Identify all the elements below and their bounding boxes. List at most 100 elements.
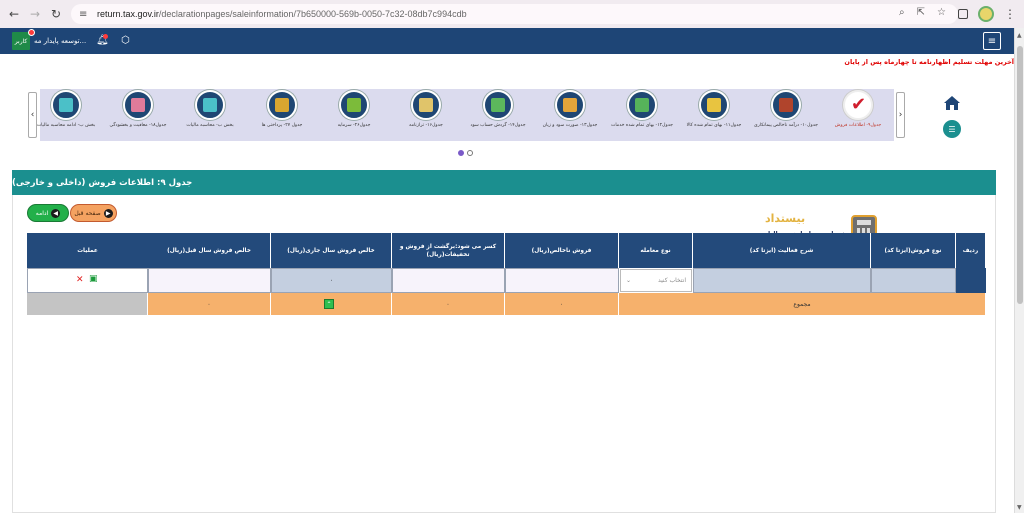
carousel-next-button[interactable]: › [896,92,905,138]
page-scrollbar[interactable]: ▲ ▼ [1014,28,1024,513]
step-circle [555,90,585,120]
step-label: جدول۱۲- بهای تمام شده خدمات [611,123,673,128]
user-name[interactable]: توسعه پایدار مه... [34,37,86,45]
header-activity-desc: شرح فعالیت (ایزتا کد) [693,233,871,268]
net-current-cell: ۰ [271,268,392,293]
step-item[interactable]: بخش ب- محاسبه مالیات [174,89,246,141]
step-label: جدول ۲۷- پرداختی ها [261,123,303,128]
step-circle [771,90,801,120]
step-item[interactable]: جدول۱۴- گردش حساب سود [462,89,534,141]
user-status-dot [28,29,35,36]
watermark-title: بیستداد [765,212,806,225]
app-header: کاربر توسعه پایدار مه... 🔔︎ ⬡ ≡ [0,28,1014,54]
step-circle [627,90,657,120]
forward-icon[interactable]: → [28,7,42,21]
header-net-previous: خالص فروش سال قبل(ریال) [148,233,271,268]
continue-label: ادامه [35,209,49,217]
continue-button[interactable]: ادامه ◀ [27,204,69,222]
step-circle [195,90,225,120]
header-net-current: خالص فروش سال جاری(ریال) [271,233,392,268]
step-item[interactable]: جدول۱۸- معافیت و بخشودگی [102,89,174,141]
step-icon [707,98,721,112]
step-circle [51,90,81,120]
step-icon [275,98,289,112]
step-icon [347,98,361,112]
step-item[interactable]: جدول۱۶- ترازنامه [390,89,462,141]
back-icon[interactable]: ← [7,7,21,21]
step-icon [779,98,793,112]
step-label: جدول۱۱- بهای تمام شده کالا [686,123,742,128]
user-badge[interactable]: کاربر [12,32,30,50]
list-icon[interactable]: ☰ [943,120,961,138]
gross-sales-input[interactable] [505,268,619,293]
net-previous-input[interactable] [148,268,271,293]
step-item[interactable]: جدول۱۳- صورت سود و زیان [534,89,606,141]
step-circle [411,90,441,120]
site-info-icon[interactable]: ≡ [79,9,91,20]
row-number-cell [956,268,986,293]
previous-page-button[interactable]: صفحه قبل ▶ [70,204,117,222]
deductions-input[interactable] [392,268,505,293]
scroll-up-icon[interactable]: ▲ [1017,32,1022,39]
side-panel-icon[interactable] [958,9,968,19]
header-actions: عملیات [27,233,148,268]
carousel-dot-1[interactable] [458,150,464,156]
activity-desc-input[interactable] [693,268,871,293]
step-circle [123,90,153,120]
panel-title: جدول ۹: اطلاعات فروش (داخلی و خارجی) [12,170,996,195]
step-icon [131,98,145,112]
arrow-right-icon: ▶ [103,208,113,218]
step-label: جدول۱۸- معافیت و بخشودگی [109,123,167,128]
previous-label: صفحه قبل [74,209,101,217]
header-transaction-type: نوع معامله [619,233,693,268]
step-label: جدول۱۰- درآمد ناخالص پیمانکاری [754,123,818,128]
browser-toolbar: ← → ↻ ≡ return.tax.gov.ir/declarationpag… [0,0,1024,28]
step-item[interactable]: جدول۱۱- بهای تمام شده کالا [678,89,750,141]
step-item[interactable]: ✔ جدول۹- اطلاعات فروش [822,89,894,141]
activity-type-input[interactable] [871,268,956,293]
checkmark-icon: ✔ [851,94,867,115]
header-row-number: ردیف [956,233,986,268]
step-label: جدول۱۳- صورت سود و زیان [542,123,598,128]
carousel-pagination [458,150,473,156]
step-icon [419,98,433,112]
zoom-icon[interactable]: ⌕ [899,7,905,18]
step-label: جدول۹- اطلاعات فروش [834,123,882,128]
step-item[interactable]: جدول۱۰- درآمد ناخالص پیمانکاری [750,89,822,141]
sum-net-previous: ۰ [148,293,271,315]
browser-menu-icon[interactable]: ⋮ [1004,8,1016,20]
cube-icon[interactable]: ⬡ [121,35,130,46]
transaction-type-select[interactable]: انتخاب کنید ⌄ [620,269,692,292]
bookmark-star-icon[interactable]: ☆ [937,7,946,18]
chevron-down-icon: ⌄ [626,277,632,284]
home-icon[interactable] [944,96,960,110]
step-label: جدول۲۶- سرمایه [337,123,371,128]
profile-avatar[interactable] [978,6,994,22]
hamburger-menu-icon[interactable]: ≡ [983,32,1001,50]
address-bar[interactable]: ≡ return.tax.gov.ir/declarationpages/sal… [71,4,958,24]
reload-icon[interactable]: ↻ [49,7,63,21]
header-gross-sales: فروش ناخالص(ریال) [505,233,619,268]
scrollbar-thumb[interactable] [1017,46,1023,304]
share-icon[interactable]: ⇱ [917,7,925,18]
actions-cell: ✕ ▣ [27,268,148,293]
sales-table: ردیف نوع فروش(ایزتا کد) شرح فعالیت (ایزت… [27,233,986,315]
save-icon[interactable]: ▣ [89,274,98,284]
arrow-left-icon: ◀ [51,208,61,218]
step-icon [635,98,649,112]
sum-deductions: ۰ [392,293,505,315]
step-label: جدول۱۶- ترازنامه [409,123,443,128]
step-item[interactable]: جدول۱۲- بهای تمام شده خدمات [606,89,678,141]
scroll-down-icon[interactable]: ▼ [1017,504,1022,511]
sum-actions-empty [27,293,148,315]
delete-icon[interactable]: ✕ [76,275,84,285]
sum-label: مجموع [619,293,986,315]
step-icon [563,98,577,112]
carousel-dot-2[interactable] [467,150,473,156]
net-current-value: ۰ [329,277,334,284]
step-item[interactable]: جدول ۲۷- پرداختی ها [246,89,318,141]
step-icon [203,98,217,112]
step-item[interactable]: جدول۲۶- سرمایه [318,89,390,141]
step-item[interactable]: بخش ب- ادامه محاسبه مالیات [30,89,102,141]
chevron-up-icon[interactable]: ⌃ [324,299,334,309]
